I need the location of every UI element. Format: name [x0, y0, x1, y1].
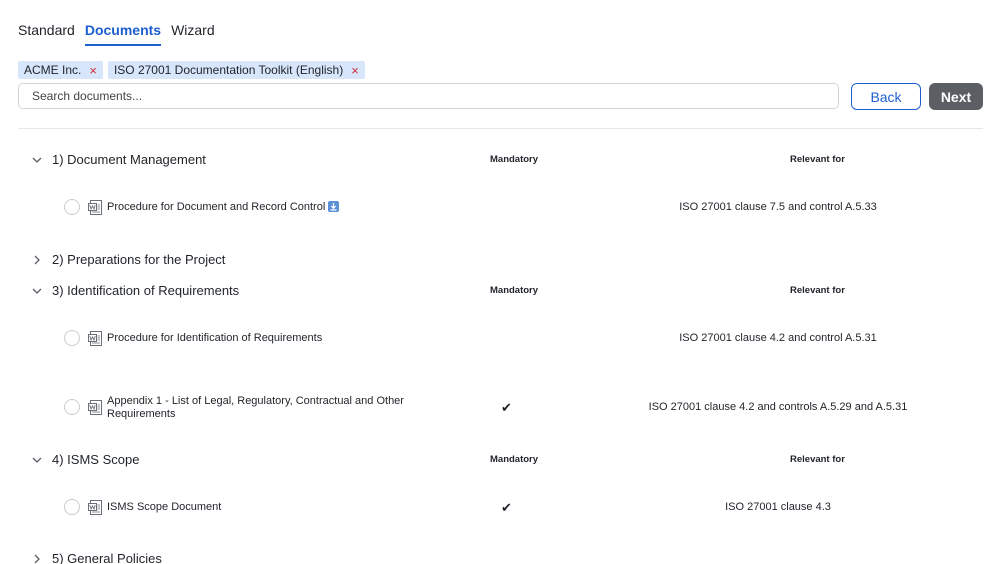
column-header-mandatory: Mandatory [490, 285, 539, 296]
chevron-down-icon[interactable] [30, 153, 44, 167]
section-title: 1) Document Management [52, 152, 206, 167]
chevron-down-icon[interactable] [30, 284, 44, 298]
document-name-line: Requirements [107, 408, 176, 420]
chip-label: ACME Inc. [24, 63, 82, 77]
relevant-for: ISO 27001 clause 4.3 [725, 501, 831, 513]
word-document-icon [88, 400, 102, 415]
section-header-isms-scope[interactable]: 4) ISMS Scope [30, 452, 139, 467]
chevron-down-icon[interactable] [30, 453, 44, 467]
remove-chip-icon[interactable]: × [89, 64, 97, 77]
divider [18, 128, 983, 129]
mandatory-check: ✔ [501, 500, 512, 515]
document-name[interactable]: ISMS Scope Document [107, 501, 221, 514]
word-document-icon [88, 200, 102, 215]
column-header-mandatory: Mandatory [490, 454, 539, 465]
list-item: Appendix 1 - List of Legal, Regulatory, … [64, 392, 984, 422]
tab-standard[interactable]: Standard [18, 22, 75, 46]
word-document-icon [88, 500, 102, 515]
tab-bar: Standard Documents Wizard [18, 22, 215, 46]
tab-wizard[interactable]: Wizard [171, 22, 215, 46]
section-header-preparations[interactable]: 2) Preparations for the Project [30, 252, 225, 267]
back-button[interactable]: Back [851, 83, 921, 110]
chip-company: ACME Inc. × [18, 61, 103, 79]
chevron-right-icon[interactable] [30, 253, 44, 267]
document-name-text: Procedure for Document and Record Contro… [107, 201, 326, 213]
word-document-icon [88, 331, 102, 346]
relevant-for: ISO 27001 clause 4.2 and control A.5.31 [679, 332, 877, 344]
relevant-for: ISO 27001 clause 4.2 and controls A.5.29… [648, 401, 908, 413]
chevron-right-icon[interactable] [30, 552, 44, 564]
search-input[interactable] [18, 83, 839, 109]
download-icon[interactable] [328, 201, 339, 212]
select-radio[interactable] [64, 199, 80, 215]
select-radio[interactable] [64, 499, 80, 515]
list-item: Procedure for Identification of Requirem… [64, 323, 984, 353]
column-header-relevant: Relevant for [790, 454, 845, 465]
section-header-document-management[interactable]: 1) Document Management [30, 152, 206, 167]
section-header-identification[interactable]: 3) Identification of Requirements [30, 283, 239, 298]
document-name-line: Appendix 1 - List of Legal, Regulatory, … [107, 395, 404, 407]
chip-label: ISO 27001 Documentation Toolkit (English… [113, 63, 344, 77]
document-name[interactable]: Procedure for Identification of Requirem… [107, 332, 322, 345]
remove-chip-icon[interactable]: × [351, 64, 359, 77]
next-button[interactable]: Next [929, 83, 983, 110]
select-radio[interactable] [64, 399, 80, 415]
column-header-relevant: Relevant for [790, 154, 845, 165]
mandatory-check: ✔ [501, 400, 512, 415]
section-title: 5) General Policies [52, 551, 162, 564]
section-title: 3) Identification of Requirements [52, 283, 240, 298]
chip-toolkit: ISO 27001 Documentation Toolkit (English… [107, 61, 365, 79]
section-title: 2) Preparations for the Project [52, 252, 226, 267]
section-header-general-policies[interactable]: 5) General Policies [30, 551, 162, 564]
filter-chips: ACME Inc. × ISO 27001 Documentation Tool… [18, 61, 365, 79]
select-radio[interactable] [64, 330, 80, 346]
column-header-mandatory: Mandatory [490, 154, 539, 165]
column-header-relevant: Relevant for [790, 285, 845, 296]
tab-documents[interactable]: Documents [84, 22, 162, 46]
list-item: Procedure for Document and Record Contro… [64, 192, 984, 222]
document-name[interactable]: Appendix 1 - List of Legal, Regulatory, … [107, 395, 404, 421]
section-title: 4) ISMS Scope [52, 452, 140, 467]
document-name[interactable]: Procedure for Document and Record Contro… [107, 201, 339, 214]
relevant-for: ISO 27001 clause 7.5 and control A.5.33 [679, 201, 877, 213]
list-item: ISMS Scope Document ✔ ISO 27001 clause 4… [64, 492, 984, 522]
